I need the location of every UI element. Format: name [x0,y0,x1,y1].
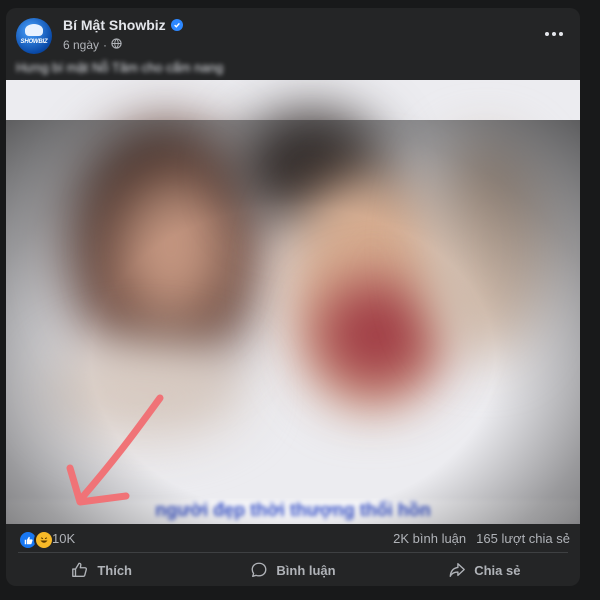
post-meta: 6 ngày · [63,38,122,52]
more-options-icon[interactable] [542,24,566,44]
verified-badge-icon [170,19,183,31]
share-button[interactable]: Chia sẻ [389,554,580,586]
post-actions: Thích Bình luận Chia sẻ [6,554,580,586]
share-label: Chia sẻ [474,562,521,578]
comment-label: Bình luận [276,562,336,578]
reaction-icons[interactable] [18,530,54,550]
share-arrow-icon [449,563,466,577]
page-avatar[interactable]: SHOWBIZ [16,18,52,54]
comment-count[interactable]: 2K bình luận [393,531,466,546]
avatar-logo-text: SHOWBIZ [20,39,48,45]
post-stats: 10K 2K bình luận 165 lượt chia sẻ [6,524,580,554]
annotation-arrow-icon [66,394,164,506]
like-label: Thích [97,562,132,578]
comment-bubble-icon [251,562,267,577]
post-header: SHOWBIZ Bí Mật Showbiz 6 ngày · [6,8,580,60]
globe-icon [111,38,122,52]
comment-button[interactable]: Bình luận [197,554,388,586]
post-caption: H​ưng bí m​ật N​ỗ Tâm cho cẩm n​ang [16,60,224,75]
page-name[interactable]: Bí Mật Showbiz [63,17,166,33]
name-row: Bí Mật Showbiz [63,17,183,33]
post-card: SHOWBIZ Bí Mật Showbiz 6 ngày · H​ưng bí… [6,8,580,586]
haha-icon [34,530,54,550]
like-button[interactable]: Thích [6,554,197,586]
engagement-counts: 2K bình luận 165 lượt chia sẻ [393,531,570,546]
share-count[interactable]: 165 lượt chia sẻ [476,531,570,546]
meta-separator: · [103,38,108,52]
reaction-count[interactable]: 10K [52,531,75,546]
avatar-logo-shape [25,24,43,36]
post-time[interactable]: 6 ngày [63,38,99,52]
thumbs-up-icon [72,562,88,577]
actions-divider [18,552,568,553]
